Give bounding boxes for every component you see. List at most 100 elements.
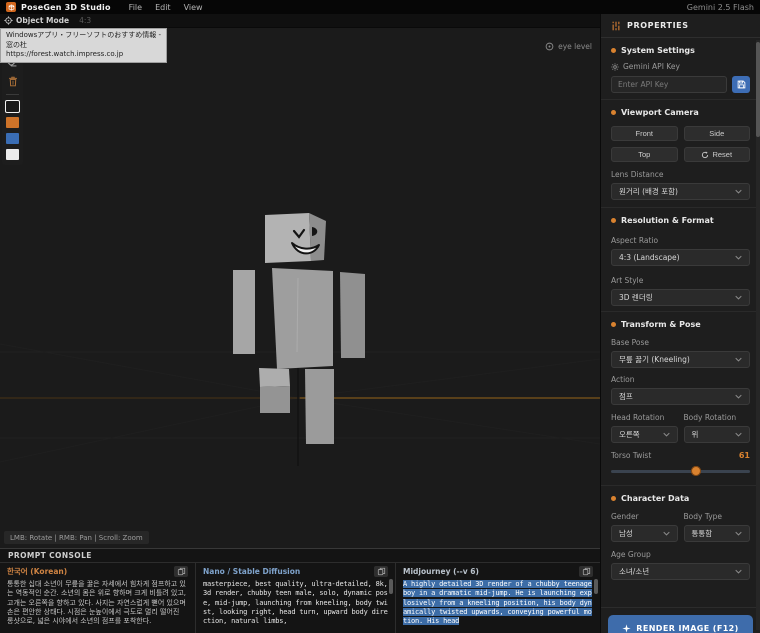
prompt-console-title: PROMPT CONSOLE — [0, 549, 600, 563]
head-rotation-value: 오른쪽 — [619, 429, 640, 440]
api-key-label: Gemini API Key — [623, 62, 680, 71]
chevron-down-icon — [735, 189, 742, 194]
menu-edit[interactable]: Edit — [155, 3, 171, 12]
viewport-header: Object Mode 4:3 — [0, 14, 600, 28]
camera-level-icon — [545, 42, 554, 51]
render-image-button[interactable]: RENDER IMAGE (F12) — [608, 615, 753, 633]
chevron-down-icon — [663, 531, 670, 536]
mj-selected-text: A highly detailed 3D render of a chubby … — [403, 580, 592, 625]
section-bullet — [611, 322, 616, 327]
lens-distance-label: Lens Distance — [611, 170, 664, 179]
korean-prompt-text[interactable]: 통통한 십대 소년이 무릎을 꿇은 자세에서 힘차게 점프하고 있는 역동적인 … — [7, 580, 188, 626]
save-icon — [737, 80, 746, 89]
lens-distance-select[interactable]: 원거리 (배경 포함) — [611, 183, 750, 200]
section-system-settings: System Settings Gemini API Key — [601, 38, 760, 100]
color-swatch-blue[interactable] — [6, 133, 19, 144]
copy-mj-button[interactable] — [579, 566, 593, 577]
section-bullet — [611, 218, 616, 223]
tooltip-line1: Windowsアプリ・フリーソフトのおすすめ情報 - 窓の杜 — [6, 31, 161, 50]
section-viewport-camera: Viewport Camera Front Side Top Reset Len… — [601, 100, 760, 208]
camera-front-button[interactable]: Front — [611, 126, 678, 141]
head-rotation-select[interactable]: 오른쪽 — [611, 426, 678, 443]
panel-scrollbar[interactable] — [756, 40, 760, 630]
chevron-down-icon — [663, 432, 670, 437]
camera-side-button[interactable]: Side — [684, 126, 751, 141]
menu-view[interactable]: View — [184, 3, 203, 12]
color-swatch-white[interactable] — [6, 149, 19, 160]
viewport-3d[interactable]: Object Mode 4:3 eye level Windowsアプリ・フリー… — [0, 14, 600, 548]
sparkle-icon — [622, 624, 631, 633]
menu-file[interactable]: File — [129, 3, 142, 12]
color-swatch-black[interactable] — [6, 101, 19, 112]
mj-column-label: Midjourney (--v 6) — [403, 567, 479, 576]
tooltip-line2: https://forest.watch.impress.co.jp — [6, 50, 161, 60]
aspect-ratio-label: Aspect Ratio — [611, 236, 658, 245]
tool-divider — [6, 94, 19, 95]
head-rotation-label: Head Rotation — [611, 413, 664, 422]
age-group-select[interactable]: 소녀/소년 — [611, 563, 750, 580]
slider-thumb[interactable] — [691, 466, 701, 476]
aspect-ratio-select[interactable]: 4:3 (Landscape) — [611, 249, 750, 266]
viewport-camera-heading: Viewport Camera — [621, 108, 699, 117]
chevron-down-icon — [735, 531, 742, 536]
body-rotation-select[interactable]: 위 — [684, 426, 751, 443]
section-bullet — [611, 48, 616, 53]
action-select[interactable]: 점프 — [611, 388, 750, 405]
art-style-value: 3D 렌더링 — [619, 292, 653, 303]
chevron-down-icon — [735, 394, 742, 399]
character-figure — [233, 213, 365, 444]
properties-title: PROPERTIES — [627, 21, 689, 30]
lens-distance-value: 원거리 (배경 포함) — [619, 186, 678, 197]
color-swatch-orange[interactable] — [6, 117, 19, 128]
trash-tool-button[interactable] — [4, 74, 21, 88]
sd-scrollbar-thumb[interactable] — [389, 579, 393, 594]
body-type-label: Body Type — [684, 512, 723, 521]
base-pose-value: 무릎 꿇기 (Kneeling) — [619, 354, 690, 365]
base-pose-select[interactable]: 무릎 꿇기 (Kneeling) — [611, 351, 750, 368]
body-type-select[interactable]: 통통함 — [684, 525, 751, 542]
gender-value: 남성 — [619, 528, 633, 539]
copy-korean-button[interactable] — [174, 566, 188, 577]
viewport-aspect-label: 4:3 — [79, 16, 91, 25]
console-column-korean: 한국어 (Korean) 통통한 십대 소년이 무릎을 꿇은 자세에서 힘차게 … — [0, 563, 195, 633]
aspect-ratio-value: 4:3 (Landscape) — [619, 253, 680, 262]
gear-icon — [611, 63, 619, 71]
camera-reset-button[interactable]: Reset — [684, 147, 751, 162]
sd-column-label: Nano / Stable Diffusion — [203, 567, 300, 576]
gender-select[interactable]: 남성 — [611, 525, 678, 542]
copy-sd-button[interactable] — [374, 566, 388, 577]
system-settings-heading: System Settings — [621, 46, 695, 55]
action-label: Action — [611, 375, 635, 384]
sd-prompt-text[interactable]: masterpiece, best quality, ultra-detaile… — [203, 580, 388, 626]
transform-pose-heading: Transform & Pose — [621, 320, 701, 329]
properties-header: PROPERTIES — [601, 14, 760, 38]
reset-label: Reset — [712, 150, 732, 159]
art-style-select[interactable]: 3D 렌더링 — [611, 289, 750, 306]
console-column-stable-diffusion: Nano / Stable Diffusion masterpiece, bes… — [195, 563, 395, 633]
viewport-mode-label[interactable]: Object Mode — [16, 16, 69, 25]
top-menu-bar: PoseGen 3D Studio File Edit View Gemini … — [0, 0, 760, 14]
section-bullet — [611, 496, 616, 501]
app-window: PoseGen 3D Studio File Edit View Gemini … — [0, 0, 760, 633]
console-column-midjourney: Midjourney (--v 6) A highly detailed 3D … — [395, 563, 600, 633]
api-key-input[interactable] — [611, 76, 727, 93]
mj-scrollbar-thumb[interactable] — [594, 579, 598, 594]
age-group-label: Age Group — [611, 550, 651, 559]
chevron-down-icon — [735, 357, 742, 362]
viewport-controls-hint: LMB: Rotate | RMB: Pan | Scroll: Zoom — [4, 531, 149, 544]
torso-twist-slider[interactable] — [611, 466, 750, 476]
chevron-down-icon — [735, 295, 742, 300]
camera-top-button[interactable]: Top — [611, 147, 678, 162]
menu-bar: File Edit View — [129, 3, 203, 12]
scene-3d-character — [0, 14, 600, 548]
character-data-heading: Character Data — [621, 494, 689, 503]
chevron-down-icon — [735, 255, 742, 260]
panel-scrollbar-thumb[interactable] — [756, 42, 760, 137]
section-transform-pose: Transform & Pose Base Pose 무릎 꿇기 (Kneeli… — [601, 312, 760, 486]
api-key-save-button[interactable] — [732, 76, 750, 93]
mj-prompt-text[interactable]: A highly detailed 3D render of a chubby … — [403, 580, 593, 626]
app-title: PoseGen 3D Studio — [21, 3, 111, 12]
section-character-data: Character Data Gender 남성 Body Type 통통함 — [601, 486, 760, 600]
panel-footer: RENDER IMAGE (F12) — [601, 607, 760, 633]
slider-track[interactable] — [611, 470, 750, 473]
